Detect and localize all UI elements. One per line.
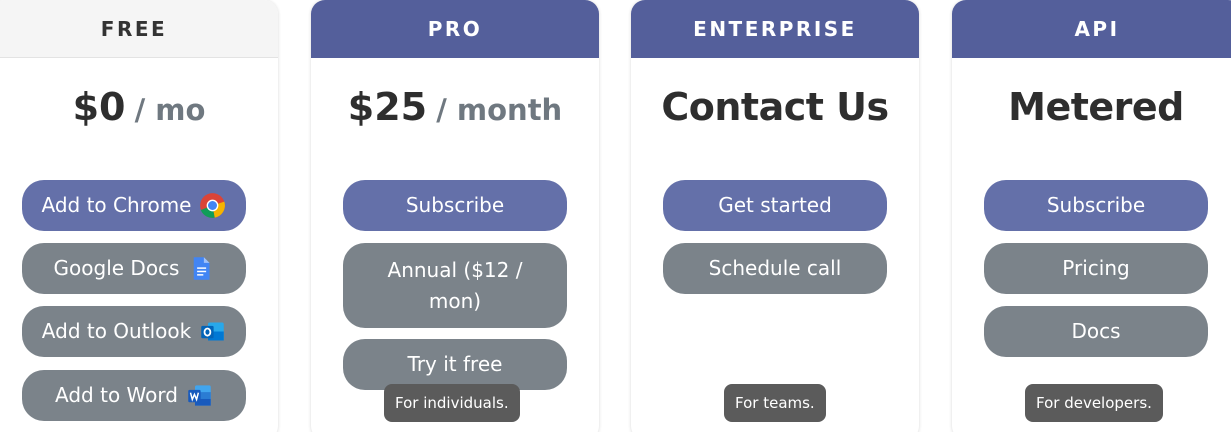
try-it-free-button[interactable]: Try it free bbox=[343, 339, 567, 390]
price-period: / month bbox=[436, 93, 563, 127]
plan-header-enterprise: ENTERPRISE bbox=[631, 0, 919, 58]
google-docs-icon bbox=[187, 255, 214, 282]
schedule-call-button[interactable]: Schedule call bbox=[663, 243, 887, 294]
plan-header-free: FREE bbox=[0, 0, 278, 58]
audience-badge: For developers. bbox=[1025, 384, 1163, 422]
word-icon bbox=[186, 382, 213, 409]
price-amount: $25 bbox=[347, 85, 428, 129]
button-label: Add to Chrome bbox=[41, 193, 192, 217]
subscribe-button[interactable]: Subscribe bbox=[343, 180, 567, 231]
plan-price-enterprise: Contact Us bbox=[661, 85, 889, 129]
audience-badge: For individuals. bbox=[384, 384, 520, 422]
plan-card-enterprise: ENTERPRISE Contact Us Get started Schedu… bbox=[631, 0, 919, 432]
add-to-outlook-button[interactable]: Add to Outlook bbox=[22, 306, 246, 357]
button-label: Google Docs bbox=[53, 256, 180, 280]
price-period: / mo bbox=[134, 93, 206, 127]
button-label: Add to Word bbox=[55, 383, 178, 407]
plan-card-pro: PRO $25 / month Subscribe Annual ($12 / … bbox=[311, 0, 599, 432]
outlook-icon bbox=[199, 318, 226, 345]
audience-badge: For teams. bbox=[724, 384, 826, 422]
pricing-button[interactable]: Pricing bbox=[984, 243, 1208, 294]
add-to-word-button[interactable]: Add to Word bbox=[22, 370, 246, 421]
plan-header-pro: PRO bbox=[311, 0, 599, 58]
annual-plan-button[interactable]: Annual ($12 / mon) bbox=[343, 243, 567, 328]
plan-header-api: API bbox=[952, 0, 1231, 58]
docs-button[interactable]: Docs bbox=[984, 306, 1208, 357]
plan-price-free: $0 / mo bbox=[0, 85, 278, 129]
plan-card-api: API Metered Subscribe Pricing Docs For d… bbox=[952, 0, 1231, 432]
get-started-button[interactable]: Get started bbox=[663, 180, 887, 231]
plan-price-api: Metered bbox=[1008, 85, 1184, 129]
plan-card-free: FREE $0 / mo Add to Chrome Google Docs A… bbox=[0, 0, 278, 432]
add-to-chrome-button[interactable]: Add to Chrome bbox=[22, 180, 246, 231]
chrome-icon bbox=[199, 192, 226, 219]
google-docs-button[interactable]: Google Docs bbox=[22, 243, 246, 294]
subscribe-button[interactable]: Subscribe bbox=[984, 180, 1208, 231]
button-label: Add to Outlook bbox=[41, 319, 192, 343]
price-amount: $0 bbox=[72, 85, 126, 129]
plan-price-pro: $25 / month bbox=[311, 85, 599, 129]
